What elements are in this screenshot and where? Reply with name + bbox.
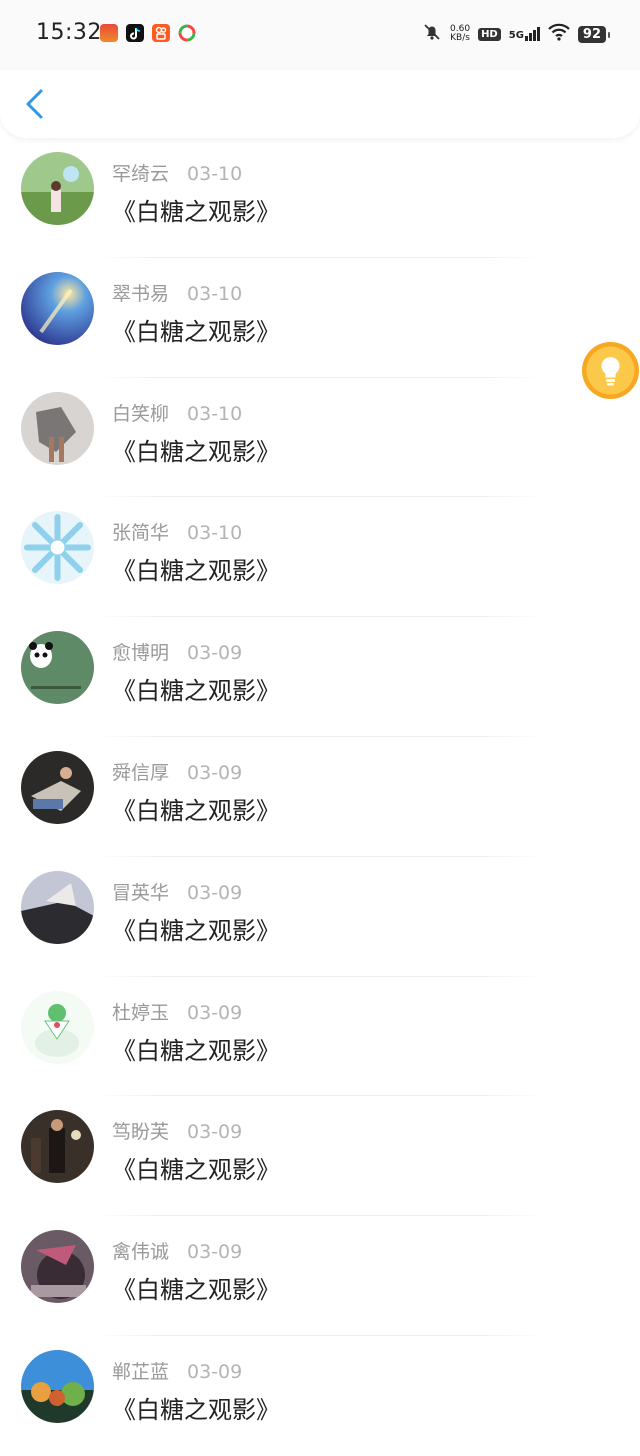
status-time: 15:32 xyxy=(36,20,102,45)
sohu-video-app-icon xyxy=(100,24,118,42)
record-list: 罕绮云 03-10 《白糖之观影》 翠书易 03-10 《白糖之观影》 白笑柳 03-… xyxy=(0,138,640,1456)
avatar[interactable] xyxy=(21,990,94,1064)
user-name: 白笑柳 xyxy=(112,402,170,425)
avatar[interactable] xyxy=(21,271,94,345)
kuaishou-app-icon xyxy=(152,24,170,42)
user-name: 罕绮云 xyxy=(112,163,170,185)
post-title: 《白糖之观影》 xyxy=(112,1395,280,1424)
avatar[interactable] xyxy=(21,1110,94,1184)
list-item[interactable]: 郸芷蓝 03-09 《白糖之观影》 xyxy=(0,1336,640,1456)
user-name: 杜婷玉 xyxy=(112,1001,170,1024)
pinwheel-app-icon xyxy=(178,24,196,42)
user-name-line: 翠书易 03-10 xyxy=(112,279,242,306)
post-date: 03-10 xyxy=(187,402,243,425)
list-item[interactable]: 禽伟诚 03-09 《白糖之观影》 xyxy=(0,1216,640,1336)
notification-app-icons xyxy=(100,24,196,42)
post-date: 03-09 xyxy=(187,1121,243,1144)
post-title: 《白糖之观影》 xyxy=(112,437,280,466)
user-name: 笃盼芙 xyxy=(112,1121,170,1144)
user-name: 郸芷蓝 xyxy=(112,1360,170,1383)
avatar[interactable] xyxy=(21,152,94,225)
post-title: 《白糖之观影》 xyxy=(112,198,280,226)
user-name-line: 愈博明 03-09 xyxy=(112,638,242,665)
battery-icon: 92 xyxy=(577,25,611,43)
post-date: 03-09 xyxy=(187,1001,243,1024)
tips-floating-button[interactable] xyxy=(582,342,639,399)
list-item[interactable]: 杜婷玉 03-09 《白糖之观影》 xyxy=(0,977,640,1097)
list-item[interactable]: 冒英华 03-09 《白糖之观影》 xyxy=(0,857,640,977)
user-name: 冒英华 xyxy=(112,881,170,904)
status-bar: 15:32 0.60 KB/s HD 5G 92 xyxy=(0,0,640,70)
douyin-app-icon xyxy=(126,24,144,42)
chevron-left-icon xyxy=(20,89,54,128)
list-item[interactable]: 笃盼芙 03-09 《白糖之观影》 xyxy=(0,1096,640,1217)
post-title: 《白糖之观影》 xyxy=(112,557,280,586)
user-name: 翠书易 xyxy=(112,282,170,305)
list-item[interactable]: 舜信厚 03-09 《白糖之观影》 xyxy=(0,737,640,857)
user-name-line: 张简华 03-10 xyxy=(112,518,242,545)
list-item[interactable]: 罕绮云 03-10 《白糖之观影》 xyxy=(0,138,640,258)
user-name: 禽伟诚 xyxy=(112,1241,170,1264)
list-item[interactable]: 愈博明 03-09 《白糖之观影》 xyxy=(0,617,640,737)
post-date: 03-09 xyxy=(187,1360,243,1383)
post-date: 03-10 xyxy=(187,522,243,545)
post-title: 《白糖之观影》 xyxy=(112,1156,280,1185)
net-speed-unit: KB/s xyxy=(450,33,470,43)
user-name: 愈博明 xyxy=(112,642,170,665)
user-name: 舜信厚 xyxy=(112,761,170,784)
hd-icon: HD xyxy=(478,27,501,41)
user-name-line: 白笑柳 03-10 xyxy=(112,399,242,426)
list-item[interactable]: 张简华 03-10 《白糖之观影》 xyxy=(0,497,640,618)
post-title: 《白糖之观影》 xyxy=(112,916,280,945)
top-nav-bar xyxy=(0,70,640,138)
post-title: 《白糖之观影》 xyxy=(112,796,280,825)
post-title: 《白糖之观影》 xyxy=(112,317,280,346)
back-button[interactable] xyxy=(20,84,54,124)
user-name: 张简华 xyxy=(112,522,170,545)
post-title: 《白糖之观影》 xyxy=(112,1276,280,1305)
user-name-line: 笃盼芙 03-09 xyxy=(112,1117,242,1144)
avatar[interactable] xyxy=(21,511,94,585)
post-title: 《白糖之观影》 xyxy=(112,677,280,706)
user-name-line: 罕绮云 03-10 xyxy=(112,159,242,186)
user-name-line: 禽伟诚 03-09 xyxy=(112,1237,242,1264)
user-name-line: 冒英华 03-09 xyxy=(112,878,242,905)
status-indicators: 0.60 KB/s HD 5G 92 xyxy=(422,22,611,46)
avatar[interactable] xyxy=(21,1230,94,1304)
list-item[interactable]: 白笑柳 03-10 《白糖之观影》 xyxy=(0,378,640,498)
avatar[interactable] xyxy=(21,631,94,705)
post-date: 03-10 xyxy=(187,282,243,305)
avatar[interactable] xyxy=(21,870,94,944)
user-name-line: 舜信厚 03-09 xyxy=(112,758,242,785)
user-name-line: 杜婷玉 03-09 xyxy=(112,998,242,1025)
post-date: 03-09 xyxy=(187,642,243,665)
post-date: 03-09 xyxy=(187,761,243,784)
signal-5g-icon: 5G xyxy=(509,27,540,41)
user-name-line: 郸芷蓝 03-09 xyxy=(112,1357,242,1384)
avatar[interactable] xyxy=(21,391,94,465)
network-type: 5G xyxy=(508,30,524,41)
bell-muted-icon xyxy=(422,22,442,46)
post-title: 《白糖之观影》 xyxy=(112,1036,280,1065)
avatar[interactable] xyxy=(21,750,94,824)
net-speed: 0.60 KB/s xyxy=(450,25,470,43)
post-date: 03-09 xyxy=(187,881,243,904)
lightbulb-icon xyxy=(582,346,639,403)
post-date: 03-09 xyxy=(187,1241,243,1264)
list-item[interactable]: 翠书易 03-10 《白糖之观影》 xyxy=(0,258,640,378)
avatar[interactable] xyxy=(21,1349,94,1423)
post-date: 03-10 xyxy=(187,163,243,185)
wifi-icon xyxy=(548,23,570,45)
